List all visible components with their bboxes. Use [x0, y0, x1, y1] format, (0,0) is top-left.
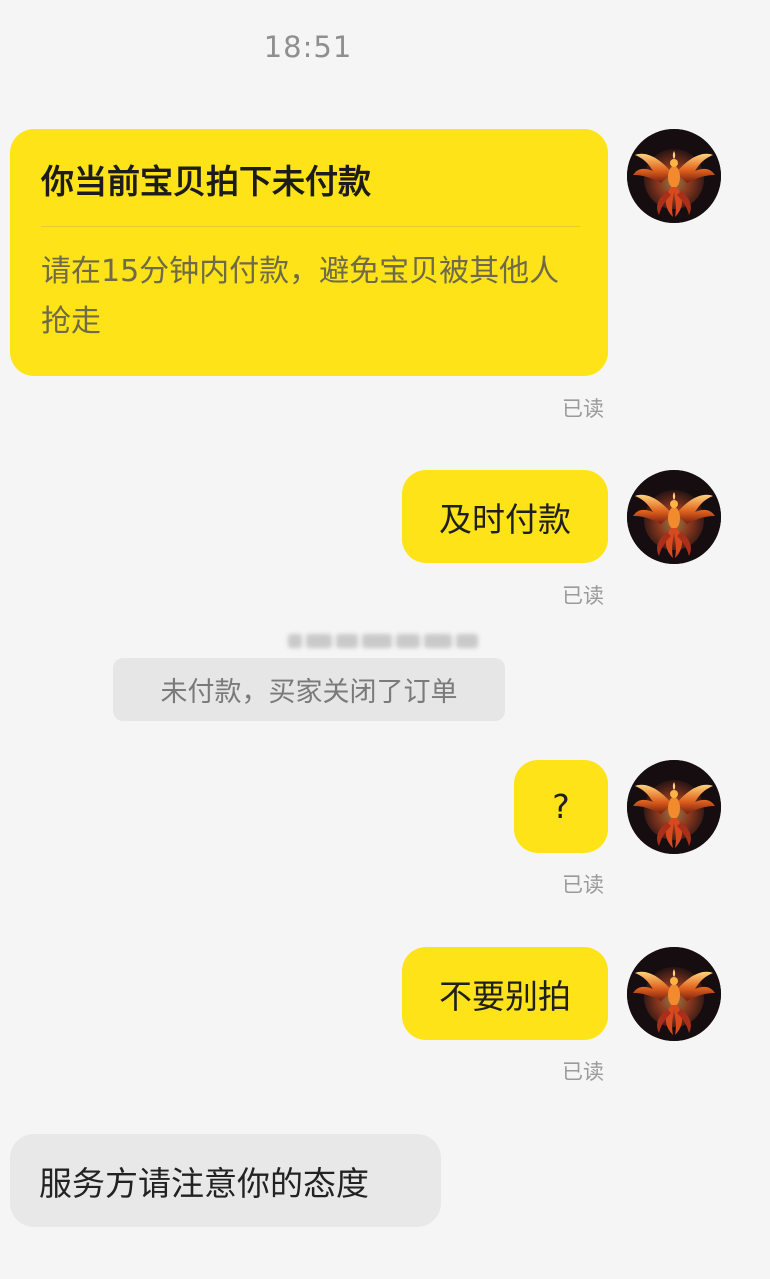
system-notice: 未付款，买家关闭了订单 — [113, 658, 505, 721]
chat-timestamp: 18:51 — [263, 30, 353, 64]
phoenix-avatar-icon[interactable] — [627, 129, 721, 223]
order-card-body: 请在15分钟内付款，避免宝贝被其他人抢走 — [41, 254, 560, 339]
incoming-message-bubble[interactable]: 服务方请注意你的态度 — [10, 1134, 441, 1227]
outgoing-message-bubble[interactable]: 不要别拍 — [402, 947, 608, 1040]
phoenix-avatar-icon[interactable] — [627, 947, 721, 1041]
read-receipt: 已读 — [562, 873, 604, 897]
read-receipt: 已读 — [562, 1060, 604, 1084]
phoenix-avatar-icon[interactable] — [627, 760, 721, 854]
order-card-title: 你当前宝贝拍下未付款 — [41, 162, 371, 201]
read-receipt: 已读 — [562, 584, 604, 608]
outgoing-message-bubble[interactable]: 及时付款 — [402, 470, 608, 563]
order-card-divider — [41, 226, 580, 227]
outgoing-message-bubble[interactable]: ? — [514, 760, 608, 853]
redacted-text — [288, 631, 478, 651]
order-status-card[interactable]: 你当前宝贝拍下未付款 请在15分钟内付款，避免宝贝被其他人抢走 — [10, 129, 608, 376]
read-receipt: 已读 — [562, 397, 604, 421]
phoenix-avatar-icon[interactable] — [627, 470, 721, 564]
